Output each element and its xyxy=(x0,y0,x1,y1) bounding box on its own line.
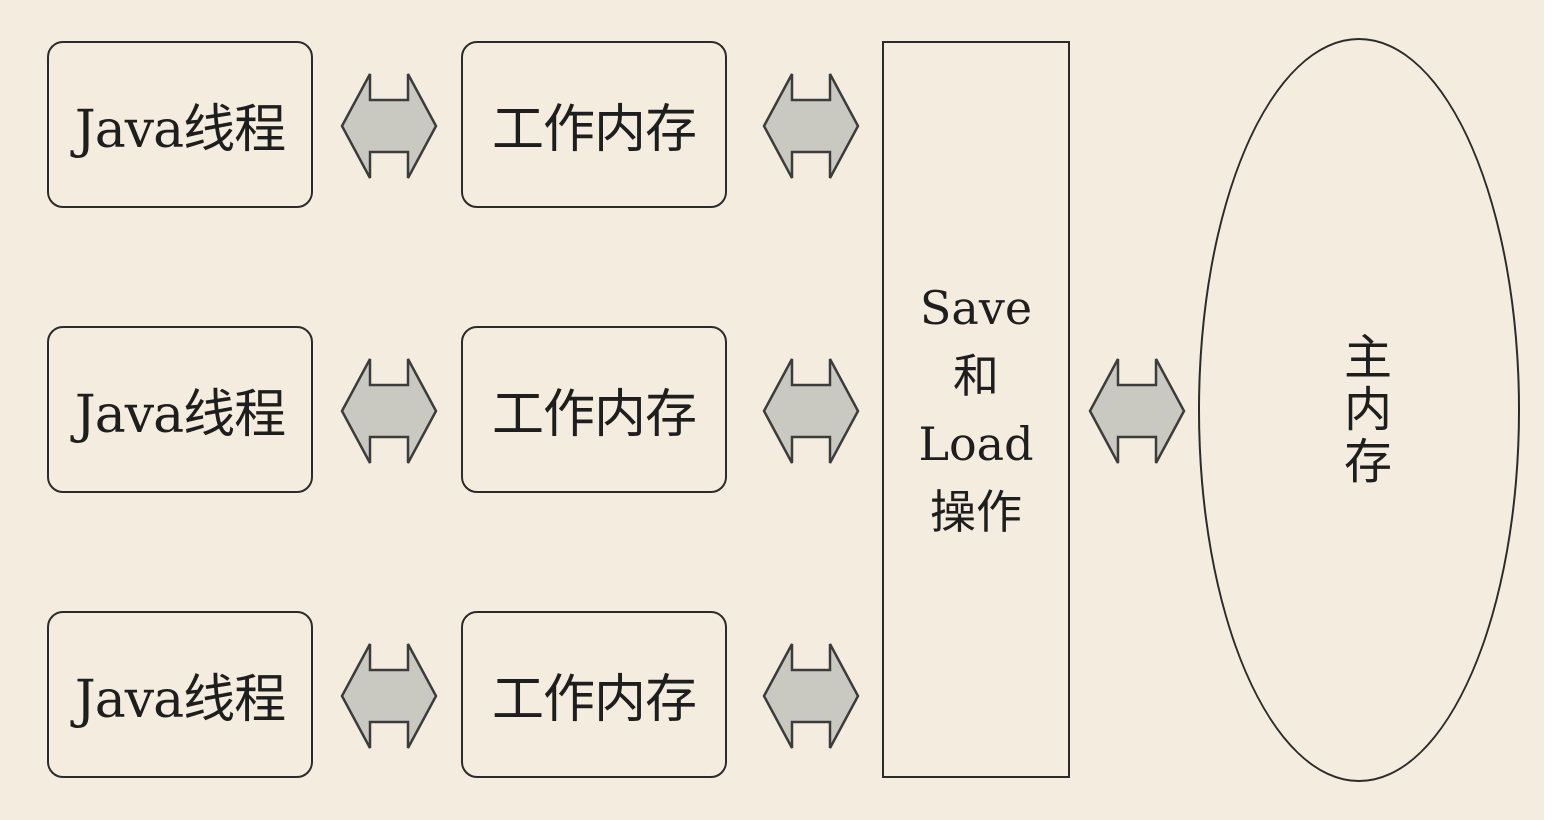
save-load-line-load: Load xyxy=(918,416,1034,471)
working-memory-label-3: 工作内存 xyxy=(491,670,697,730)
working-memory-box-1: 工作内存 xyxy=(461,41,727,208)
java-thread-label-1: Java线程 xyxy=(74,100,286,160)
double-arrow-icon-memory-to-saveload-1 xyxy=(762,73,860,179)
save-load-label: Save 和 Load 操作 xyxy=(918,274,1033,546)
java-thread-label-3: Java线程 xyxy=(74,670,286,730)
double-arrow-icon-saveload-to-main-memory xyxy=(1088,358,1186,464)
java-thread-label-2: Java线程 xyxy=(74,385,286,445)
main-memory-label: 主内存 xyxy=(1335,332,1391,488)
double-arrow-icon-memory-to-saveload-3 xyxy=(762,643,860,749)
double-arrow-icon-thread-to-memory-3 xyxy=(340,643,438,749)
double-arrow-icon-thread-to-memory-2 xyxy=(340,358,438,464)
double-arrow-icon-thread-to-memory-1 xyxy=(340,73,438,179)
working-memory-label-1: 工作内存 xyxy=(491,100,697,160)
diagram-canvas: Java线程 工作内存 Java线程 工作内存 Java线程 工作内存 Save… xyxy=(0,0,1544,820)
save-load-line-and: 和 xyxy=(953,348,999,403)
java-thread-box-1: Java线程 xyxy=(47,41,313,208)
working-memory-label-2: 工作内存 xyxy=(491,385,697,445)
save-load-line-operation: 操作 xyxy=(930,484,1022,539)
main-memory-ellipse: 主内存 xyxy=(1198,38,1520,782)
java-thread-box-2: Java线程 xyxy=(47,326,313,493)
java-thread-box-3: Java线程 xyxy=(47,611,313,778)
double-arrow-icon-memory-to-saveload-2 xyxy=(762,358,860,464)
save-load-line-save: Save xyxy=(919,280,1033,335)
working-memory-box-3: 工作内存 xyxy=(461,611,727,778)
working-memory-box-2: 工作内存 xyxy=(461,326,727,493)
save-load-operation-box: Save 和 Load 操作 xyxy=(882,41,1070,778)
